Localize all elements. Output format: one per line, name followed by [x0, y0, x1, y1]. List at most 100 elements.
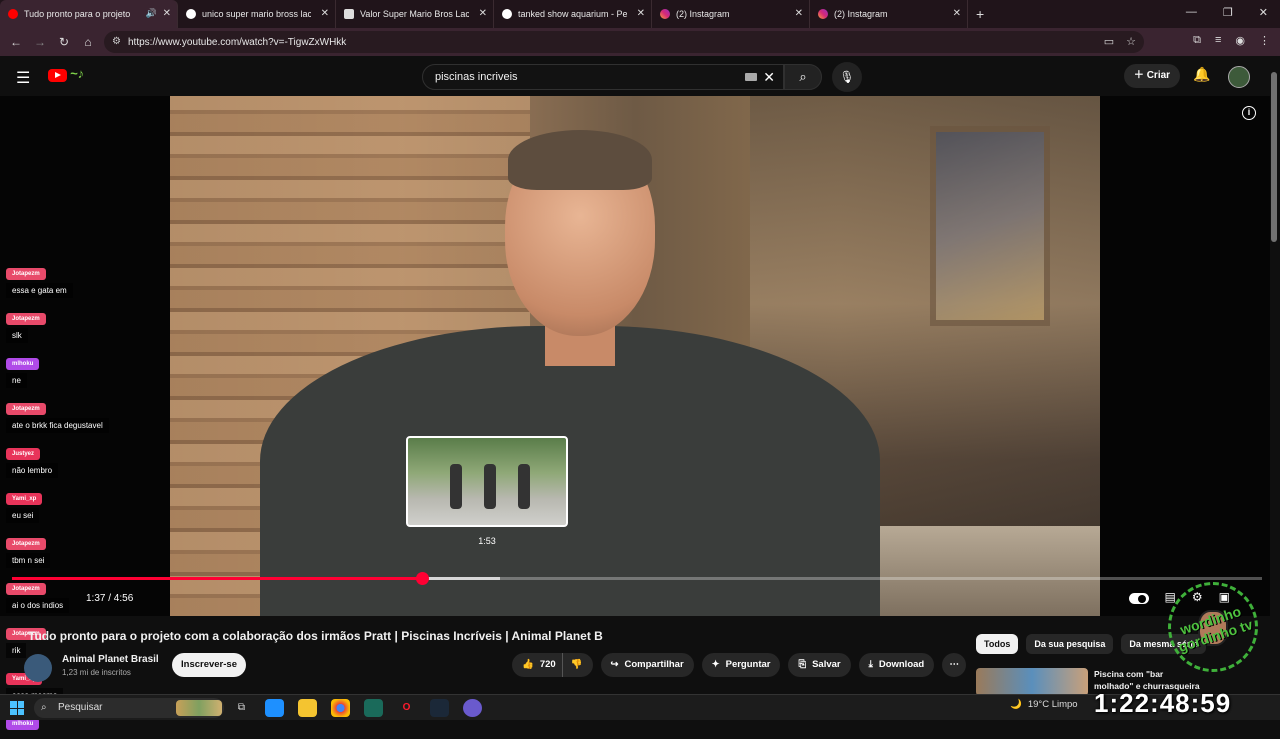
close-tab-icon[interactable]: ✕	[637, 8, 645, 19]
file-explorer-icon[interactable]	[298, 699, 317, 717]
like-count: 720	[539, 659, 556, 670]
instagram-icon	[818, 9, 828, 19]
store-icon[interactable]	[265, 699, 284, 717]
reload-icon[interactable]: ↻	[52, 35, 76, 49]
windows-start-icon[interactable]	[10, 701, 24, 715]
cast-icon[interactable]: ▭	[1104, 35, 1114, 48]
forward-icon[interactable]: →	[28, 35, 52, 49]
chat-message: Jotapezm ate o brkk fica degustavel	[6, 397, 126, 433]
channel-name[interactable]: Animal Planet Brasil	[62, 654, 159, 665]
channel-avatar[interactable]	[24, 654, 52, 682]
more-actions-button[interactable]: ⋯	[942, 653, 967, 677]
autoplay-toggle[interactable]	[1128, 593, 1149, 604]
page-icon	[344, 9, 354, 19]
chat-username: Jotapezm	[6, 538, 46, 550]
opera-icon[interactable]: O	[397, 699, 416, 717]
task-view-icon[interactable]: ⧉	[232, 699, 251, 717]
create-button[interactable]: ＋ Criar	[1124, 64, 1180, 88]
notifications-bell-icon[interactable]: 🔔	[1193, 66, 1210, 83]
voice-search-button[interactable]: 🎙	[832, 62, 862, 92]
weather-text: 19°C Limpo	[1027, 699, 1078, 710]
thumbs-down-icon[interactable]: 👎	[561, 653, 583, 677]
progress-scrubber[interactable]	[416, 572, 429, 585]
chat-text: eu sei	[6, 508, 40, 523]
discord-icon[interactable]	[463, 699, 482, 717]
bookmark-star-icon[interactable]: ☆	[1126, 35, 1136, 48]
taskbar-search[interactable]: ⌕ Pesquisar	[34, 698, 224, 718]
chat-username: Jotapezm	[6, 403, 46, 415]
chip-all[interactable]: Todos	[976, 634, 1019, 654]
chat-username: Jotapezm	[6, 583, 46, 595]
preview-figure	[484, 464, 496, 509]
stream-logo-overlay: wordinho gordinho tv	[1158, 572, 1268, 690]
save-button[interactable]: ⎘ Salvar	[788, 653, 851, 677]
weather-widget[interactable]: 🌙 19°C Limpo	[1010, 699, 1078, 710]
ask-button[interactable]: ✦ Perguntar	[701, 653, 781, 677]
page-scrollbar[interactable]	[1270, 62, 1278, 694]
preview-figure	[450, 464, 462, 509]
google-icon	[502, 9, 512, 19]
youtube-logo[interactable]: ~♪	[48, 66, 108, 86]
stream-clock-overlay: 1:22:48:59	[1094, 688, 1232, 718]
thumbs-up-icon: 👍	[522, 659, 534, 670]
scrollbar-thumb[interactable]	[1271, 72, 1277, 242]
chip-from-search[interactable]: Da sua pesquisa	[1026, 634, 1114, 654]
profile-icon[interactable]: ◉	[1235, 34, 1245, 47]
seek-preview-thumbnail	[406, 436, 568, 527]
video-player[interactable]: i 1:53 1:37 / 4:56 ▤ ⚙ ▣	[0, 96, 1270, 616]
plus-icon: ＋	[1133, 70, 1144, 81]
close-tab-icon[interactable]: ✕	[953, 8, 961, 19]
tab-title: unico super mario bross lacrado	[202, 9, 311, 19]
avatar[interactable]	[1228, 66, 1250, 88]
recommendation-thumbnail[interactable]	[976, 668, 1088, 696]
tab-google-search[interactable]: unico super mario bross lacrado ✕	[178, 0, 336, 28]
bookmark-icon: ⎘	[798, 659, 807, 670]
back-icon[interactable]: ←	[4, 35, 28, 49]
share-label: Compartilhar	[624, 659, 684, 670]
minimize-icon[interactable]: —	[1186, 6, 1197, 19]
close-tab-icon[interactable]: ✕	[479, 8, 487, 19]
keyboard-icon[interactable]	[745, 73, 757, 81]
search-icon: ⌕	[799, 69, 807, 84]
home-icon[interactable]: ⌂	[76, 35, 100, 49]
restore-icon[interactable]: ❐	[1223, 6, 1233, 19]
tab-instagram-2[interactable]: (2) Instagram ✕	[810, 0, 968, 28]
info-icon[interactable]: i	[1242, 106, 1256, 120]
save-label: Salvar	[812, 659, 841, 670]
extensions-icon[interactable]: ⧉	[1193, 34, 1201, 47]
subscribe-button[interactable]: Inscrever-se	[172, 653, 246, 677]
close-tab-icon[interactable]: ✕	[321, 8, 329, 19]
site-info-icon[interactable]: ⚙	[112, 36, 121, 47]
media-icon[interactable]: ≡	[1215, 34, 1221, 47]
close-window-icon[interactable]: ✕	[1259, 6, 1268, 19]
tab-youtube[interactable]: Tudo pronto para o projeto 🔊 ✕	[0, 0, 178, 28]
search-input[interactable]: piscinas incriveis ✕	[422, 64, 784, 90]
terminal-icon[interactable]	[364, 699, 383, 717]
chat-username: Jotapezm	[6, 268, 46, 280]
steam-icon[interactable]	[430, 699, 449, 717]
progress-bar[interactable]	[12, 572, 1262, 585]
url-field[interactable]: ⚙ https://www.youtube.com/watch?v=-TigwZ…	[104, 31, 1144, 53]
presenter-shirt	[260, 326, 880, 616]
seek-preview-time: 1:53	[478, 536, 496, 546]
browser-extensions: ⧉ ≡ ◉ ⋮	[1193, 34, 1270, 47]
search-button[interactable]: ⌕	[784, 64, 822, 90]
tab-instagram-1[interactable]: (2) Instagram ✕	[652, 0, 810, 28]
tab-title: Tudo pronto para o projeto	[24, 9, 131, 19]
download-button[interactable]: ⤓ Download	[858, 653, 935, 677]
tab-valor[interactable]: Valor Super Mario Bros Lacrado ✕	[336, 0, 494, 28]
speaker-icon[interactable]: 🔊	[146, 8, 157, 19]
close-tab-icon[interactable]: ✕	[795, 8, 803, 19]
chrome-icon[interactable]	[331, 699, 350, 717]
menu-icon[interactable]: ☰	[16, 68, 30, 88]
menu-icon[interactable]: ⋮	[1259, 34, 1270, 47]
new-tab-button[interactable]: +	[976, 6, 984, 22]
share-button[interactable]: ↪ Compartilhar	[600, 653, 694, 677]
taskbar-apps: ⧉ O	[232, 699, 482, 717]
clear-search-icon[interactable]: ✕	[763, 69, 775, 86]
close-tab-icon[interactable]: ✕	[163, 8, 171, 19]
tab-tanked[interactable]: tanked show aquarium - Pesquisa ✕	[494, 0, 652, 28]
subscriber-count: 1,23 mi de inscritos	[62, 668, 131, 677]
like-button[interactable]: 👍 720 👎	[512, 653, 593, 677]
windows-taskbar: ⌕ Pesquisar ⧉ O 🌙 19°C Limpo	[0, 694, 1280, 720]
